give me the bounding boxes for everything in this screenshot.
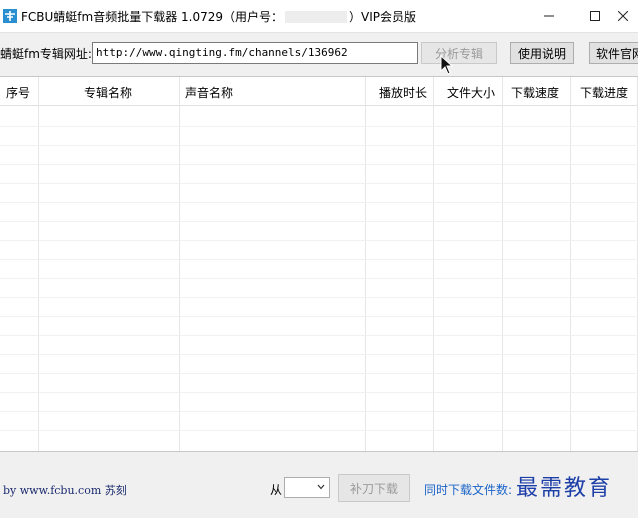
status-bar: by www.fcbu.com 苏刻 从 补刀下载 同时下载文件数: 最需教育 <box>0 452 638 518</box>
window-title-prefix: FCBU蜻蜓fm音频批量下载器 1.0729（用户号： <box>21 10 284 24</box>
watermark-text: 最需教育 <box>516 476 613 501</box>
supplement-download-button[interactable]: 补刀下载 <box>338 474 410 502</box>
row-divider <box>0 183 638 184</box>
minimize-button[interactable] <box>526 0 572 32</box>
row-divider <box>0 354 638 355</box>
column-divider <box>38 77 39 451</box>
row-divider <box>0 411 638 412</box>
official-site-button[interactable]: 软件官网 <box>589 42 638 64</box>
user-id-redacted <box>285 11 348 23</box>
url-bar: 蜻蜓fm专辑网址: http://www.qingting.fm/channel… <box>0 33 638 73</box>
row-divider <box>0 297 638 298</box>
from-label: 从 <box>270 483 283 497</box>
row-divider <box>0 145 638 146</box>
from-select[interactable] <box>284 477 330 498</box>
row-divider <box>0 221 638 222</box>
concurrent-downloads-label: 同时下载文件数: <box>424 483 513 497</box>
title-bar: FCBU蜻蜓fm音频批量下载器 1.0729（用户号： ）VIP会员版 <box>0 0 638 33</box>
column-divider <box>433 77 434 451</box>
maximize-button[interactable] <box>572 0 618 32</box>
row-divider <box>0 202 638 203</box>
row-divider <box>0 240 638 241</box>
row-divider <box>0 164 638 165</box>
column-header-duration: 播放时长 <box>379 86 428 100</box>
analyze-album-button[interactable]: 分析专辑 <box>421 42 497 64</box>
row-divider <box>0 335 638 336</box>
chevron-down-icon <box>317 484 325 490</box>
column-divider <box>365 77 366 451</box>
column-divider <box>179 77 180 451</box>
credit-text: by www.fcbu.com 苏刻 <box>3 484 127 497</box>
app-logo-icon <box>3 9 17 23</box>
column-header-track: 声音名称 <box>185 86 234 100</box>
column-divider <box>502 77 503 451</box>
help-button[interactable]: 使用说明 <box>510 42 574 64</box>
row-divider <box>0 392 638 393</box>
row-divider <box>0 316 638 317</box>
minimize-icon <box>544 15 554 17</box>
close-icon <box>618 11 628 21</box>
row-divider <box>0 126 638 127</box>
column-divider <box>570 77 571 451</box>
row-divider <box>0 430 638 431</box>
album-url-input[interactable]: http://www.qingting.fm/channels/136962 <box>92 42 418 64</box>
maximize-icon <box>590 11 600 21</box>
row-divider <box>0 373 638 374</box>
column-header-progress: 下载进度 <box>580 86 629 100</box>
column-header-size: 文件大小 <box>447 86 496 100</box>
album-url-label: 蜻蜓fm专辑网址: <box>0 47 92 61</box>
close-button[interactable] <box>618 0 638 32</box>
window-title: FCBU蜻蜓fm音频批量下载器 1.0729（用户号： ）VIP会员版 <box>21 8 416 25</box>
column-header-speed: 下载速度 <box>511 86 560 100</box>
row-divider <box>0 278 638 279</box>
download-table[interactable]: 序号 专辑名称 声音名称 播放时长 文件大小 下载速度 下载进度 <box>0 76 638 452</box>
table-header: 序号 专辑名称 声音名称 播放时长 文件大小 下载速度 下载进度 <box>0 77 638 106</box>
row-divider <box>0 259 638 260</box>
window-title-suffix: ）VIP会员版 <box>349 10 417 24</box>
column-header-album: 专辑名称 <box>84 86 133 100</box>
column-header-index: 序号 <box>6 86 31 100</box>
mouse-cursor-icon <box>440 55 454 75</box>
